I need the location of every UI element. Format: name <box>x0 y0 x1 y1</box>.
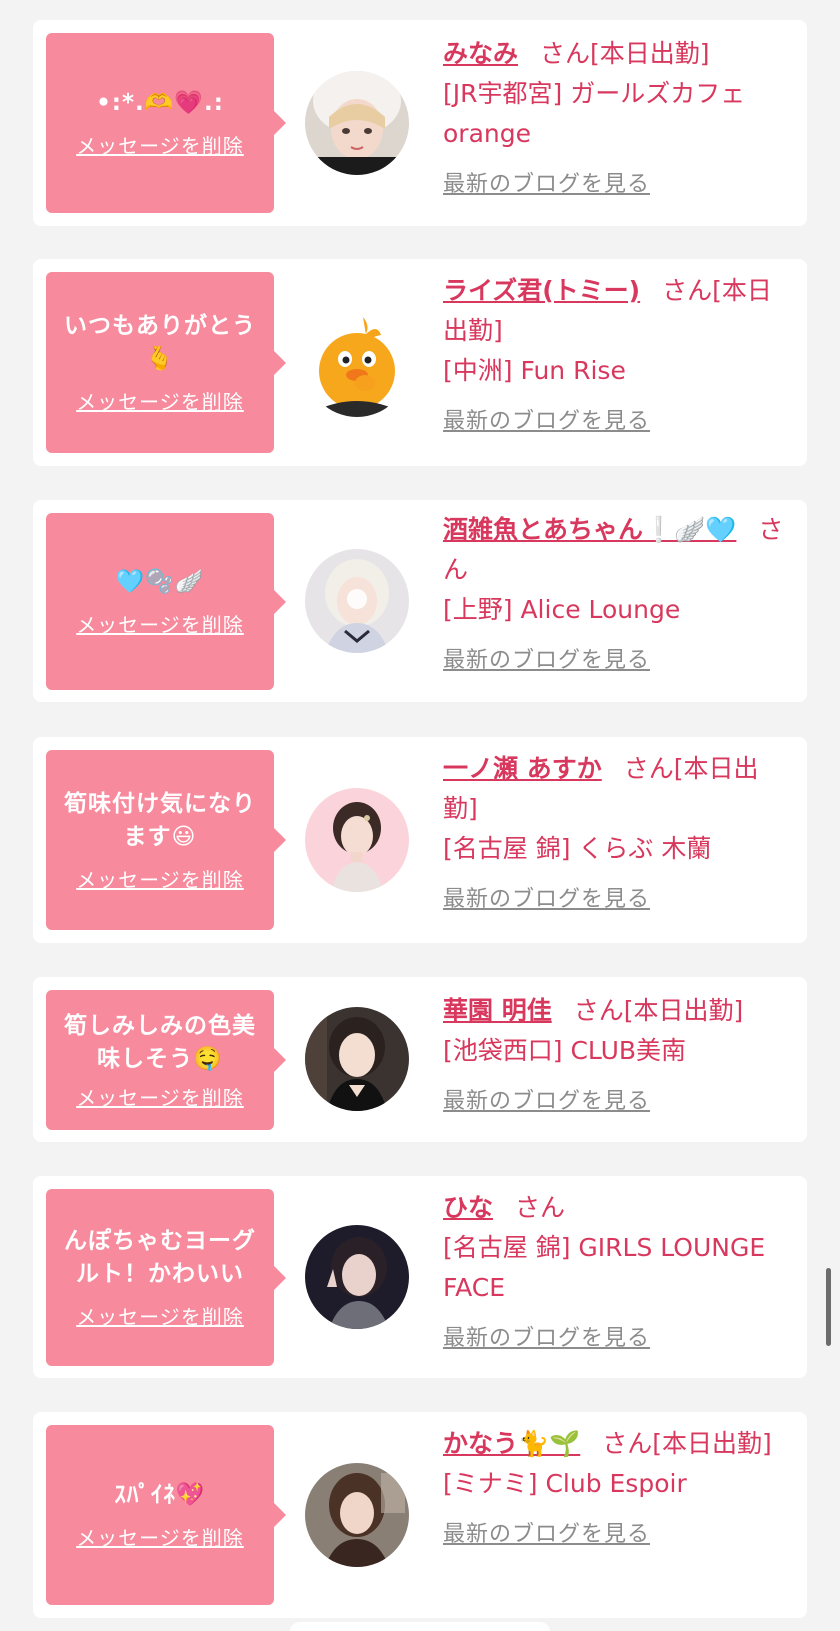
cast-name-link[interactable]: ひな <box>443 1193 493 1222</box>
work-status: [本日出勤] <box>652 1429 772 1458</box>
delete-message-link[interactable]: メッセージを削除 <box>76 1082 244 1111</box>
scrollbar[interactable] <box>826 1268 831 1346</box>
list-item: •:*.🫶💗.: メッセージを削除 みなみ さん[本日出勤] [JR宇都宮] ガー… <box>33 20 807 226</box>
delete-message-link[interactable]: メッセージを削除 <box>76 1301 244 1330</box>
delete-message-link[interactable]: メッセージを削除 <box>76 386 244 415</box>
message-bubble: ｽﾊﾟｲﾈ💖 メッセージを削除 <box>46 1425 286 1605</box>
shop-name: [中洲] Fun Rise <box>443 356 626 385</box>
list-item: んぽちゃむヨーグルト！かわいい メッセージを削除 ひな さん [名古屋 錦] GI… <box>33 1176 807 1378</box>
list-item: 🩵🫧🪽 メッセージを削除 酒雑魚とあちゃん❕🪽🩵 さん [上野] Alice Lo… <box>33 500 807 702</box>
message-bubble: 🩵🫧🪽 メッセージを削除 <box>46 513 286 690</box>
bottom-sheet-edge <box>290 1622 550 1631</box>
latest-blog-link[interactable]: 最新のブログを見る <box>443 881 650 913</box>
shop-name: [JR宇都宮] ガールズカフェ orange <box>443 79 746 148</box>
san-label: さん <box>515 1193 566 1222</box>
shop-name: [上野] Alice Lounge <box>443 595 681 624</box>
avatar[interactable] <box>305 71 409 175</box>
cast-name-link[interactable]: ライズ君(トミー) <box>443 276 640 305</box>
latest-blog-link[interactable]: 最新のブログを見る <box>443 1320 650 1352</box>
cast-name-link[interactable]: 酒雑魚とあちゃん❕🪽🩵 <box>443 515 736 544</box>
message-bubble: •:*.🫶💗.: メッセージを削除 <box>46 33 286 213</box>
message-text: ｽﾊﾟｲﾈ💖 <box>114 1482 206 1508</box>
list-item: 筍味付け気になります😃 メッセージを削除 一ノ瀬 あすか さん[本日出勤] [名古… <box>33 737 807 943</box>
message-text: 筍味付け気になります😃 <box>64 790 256 850</box>
san-label: さん <box>602 1429 653 1458</box>
latest-blog-link[interactable]: 最新のブログを見る <box>443 1083 650 1115</box>
san-label: さん <box>540 39 591 68</box>
message-text: んぽちゃむヨーグルト！かわいい <box>64 1228 256 1287</box>
message-text: 🩵🫧🪽 <box>115 568 205 595</box>
latest-blog-link[interactable]: 最新のブログを見る <box>443 166 650 198</box>
avatar[interactable] <box>305 1463 409 1567</box>
avatar[interactable] <box>305 1225 409 1329</box>
list-item: 筍しみしみの色美味しそう🤤 メッセージを削除 華園 明佳 さん[本日出勤] [池袋… <box>33 977 807 1142</box>
avatar[interactable] <box>305 788 409 892</box>
latest-blog-link[interactable]: 最新のブログを見る <box>443 642 650 674</box>
delete-message-link[interactable]: メッセージを削除 <box>76 1522 244 1551</box>
message-text: 筍しみしみの色美味しそう🤤 <box>64 1012 256 1072</box>
cast-name-link[interactable]: みなみ <box>443 39 518 68</box>
message-bubble: んぽちゃむヨーグルト！かわいい メッセージを削除 <box>46 1189 286 1366</box>
message-bubble: 筍しみしみの色美味しそう🤤 メッセージを削除 <box>46 990 286 1130</box>
shop-name: [ミナミ] Club Espoir <box>443 1469 687 1498</box>
cast-name-link[interactable]: 一ノ瀬 あすか <box>443 754 602 783</box>
delete-message-link[interactable]: メッセージを削除 <box>76 609 244 638</box>
work-status: [本日出勤] <box>623 996 744 1025</box>
shop-name: [名古屋 錦] くらぶ 木蘭 <box>443 834 712 863</box>
work-status: [本日出勤] <box>590 39 710 68</box>
san-label: さん <box>623 754 674 783</box>
delete-message-link[interactable]: メッセージを削除 <box>76 130 244 159</box>
cast-name-link[interactable]: 華園 明佳 <box>443 996 552 1025</box>
latest-blog-link[interactable]: 最新のブログを見る <box>443 1516 650 1548</box>
latest-blog-link[interactable]: 最新のブログを見る <box>443 403 650 435</box>
message-bubble: 筍味付け気になります😃 メッセージを削除 <box>46 750 286 930</box>
message-bubble: いつもありがとう🫰 メッセージを削除 <box>46 272 286 453</box>
shop-name: [池袋西口] CLUB美南 <box>443 1036 687 1065</box>
avatar[interactable] <box>305 549 409 653</box>
list-item: いつもありがとう🫰 メッセージを削除 ライズ君(トミー) さん[本日出勤] [中洲… <box>33 259 807 466</box>
shop-name: [名古屋 錦] GIRLS LOUNGE FACE <box>443 1233 766 1302</box>
message-text: いつもありがとう🫰 <box>64 313 256 372</box>
list-item: ｽﾊﾟｲﾈ💖 メッセージを削除 かなう🐈🌱 さん[本日出勤] [ミナミ] Club… <box>33 1412 807 1618</box>
avatar[interactable] <box>305 313 409 417</box>
delete-message-link[interactable]: メッセージを削除 <box>76 864 244 893</box>
avatar[interactable] <box>305 1007 409 1111</box>
san-label: さん <box>573 996 624 1025</box>
message-text: •:*.🫶💗.: <box>96 90 224 116</box>
san-label: さん <box>662 276 713 305</box>
cast-name-link[interactable]: かなう🐈🌱 <box>443 1429 580 1458</box>
favorite-message-list: •:*.🫶💗.: メッセージを削除 みなみ さん[本日出勤] [JR宇都宮] ガー… <box>0 0 840 1631</box>
